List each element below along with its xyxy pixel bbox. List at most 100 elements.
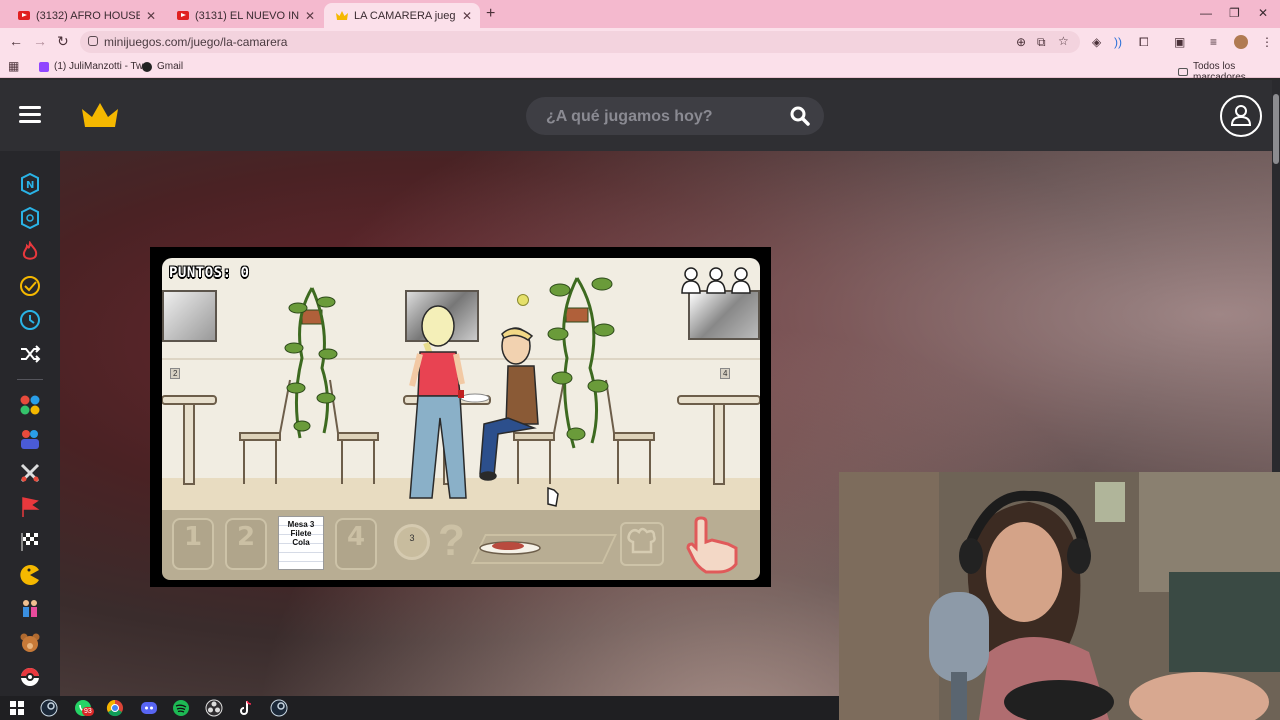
bookmark-label: Gmail — [157, 61, 184, 72]
forward-icon[interactable]: → — [33, 33, 47, 49]
teddy-bear-icon[interactable] — [19, 632, 41, 654]
steam-icon[interactable] — [40, 699, 58, 717]
restaurant-scene — [162, 277, 760, 507]
order-line-1: Filete — [290, 529, 312, 538]
windows-start-icon[interactable] — [8, 699, 26, 717]
casual-dots-icon[interactable] — [19, 394, 41, 416]
table-slot-1[interactable]: 1 — [172, 518, 214, 570]
twitch-icon — [39, 61, 49, 72]
kitchen-counter-button[interactable]: 3 — [394, 524, 430, 560]
tiktok-icon[interactable] — [237, 699, 255, 717]
windows-taskbar: 93 — [0, 696, 839, 720]
close-icon[interactable]: ✕ — [146, 9, 156, 23]
crown-icon — [336, 11, 348, 21]
tab-el-nuevo-integrante[interactable]: (3131) EL NUEVO INTEGRANTE ✕ — [165, 3, 323, 28]
side-navigation: N — [0, 151, 60, 696]
red-flag-icon[interactable] — [19, 496, 41, 518]
site-search[interactable]: ¿A qué jugamos hoy? — [526, 97, 824, 135]
counter-number: 3 — [409, 533, 415, 543]
tab-title: (3131) EL NUEVO INTEGRANTE — [195, 9, 299, 22]
shuffle-random-icon[interactable] — [19, 343, 41, 365]
order-ticket[interactable]: Mesa 3 Filete Cola — [278, 516, 324, 570]
slot-number: 1 — [183, 522, 203, 552]
youtube-icon — [18, 11, 30, 20]
bookmark-star-icon[interactable]: ☆ — [1058, 34, 1069, 48]
game-control-bar: 1 2 Mesa 3 Filete Cola 4 3 ? — [162, 510, 760, 580]
notification-badge: 93 — [82, 707, 94, 716]
address-bar[interactable]: minijuegos.com/juego/la-camarera ⊕ ⧉ ☆ — [80, 31, 1080, 53]
tab-title: (3132) AFRO HOUSE Sunset Mi — [36, 9, 140, 22]
reload-icon[interactable]: ↻ — [57, 33, 69, 50]
table-slot-4[interactable]: 4 — [335, 518, 377, 570]
address-url[interactable]: minijuegos.com/juego/la-camarera — [104, 35, 287, 49]
spotify-icon[interactable] — [172, 699, 190, 717]
menu-dots-icon[interactable]: ⋮ — [1261, 35, 1273, 49]
extensions-puzzle-icon[interactable]: ⧠ — [1139, 35, 1149, 50]
tab-afro-house[interactable]: (3132) AFRO HOUSE Sunset Mi ✕ — [6, 3, 164, 28]
webcam-overlay — [839, 472, 1280, 720]
browser-tab-bar: (3132) AFRO HOUSE Sunset Mi ✕ (3131) EL … — [0, 0, 1280, 28]
racing-flag-icon[interactable] — [19, 530, 41, 552]
slot-number: 4 — [346, 522, 366, 552]
obs-icon[interactable] — [205, 699, 223, 717]
reading-list-icon[interactable]: ≡ — [1210, 35, 1217, 49]
minimize-icon[interactable]: — — [1200, 6, 1212, 20]
avatar[interactable] — [1234, 35, 1248, 49]
mystery-slot[interactable]: ? — [438, 516, 465, 566]
streamer-camera-feed — [839, 472, 1280, 720]
tab-title: LA CAMARERA juego gratis — [354, 9, 456, 22]
table-slot-2[interactable]: 2 — [225, 518, 267, 570]
browser-toolbar: ← → ↻ minijuegos.com/juego/la-camarera ⊕… — [0, 28, 1280, 56]
close-icon[interactable]: ✕ — [462, 9, 472, 23]
bookmark-gmail[interactable]: Gmail — [142, 61, 183, 72]
nav-divider — [17, 379, 43, 380]
bookmark-label: (1) JuliManzotti - Tw... — [54, 61, 152, 72]
chef-hat-icon — [627, 527, 656, 554]
slot-number: 2 — [236, 522, 256, 552]
extension-audio-icon[interactable]: )) — [1114, 35, 1122, 49]
tab-la-camarera[interactable]: LA CAMARERA juego gratis ✕ — [324, 3, 480, 28]
search-icon[interactable] — [790, 106, 810, 126]
flame-popular-icon[interactable] — [19, 241, 41, 263]
crossed-swords-icon[interactable] — [19, 462, 41, 484]
svg-text:N: N — [26, 180, 34, 191]
gmail-icon — [142, 61, 152, 72]
folder-icon — [1178, 68, 1188, 76]
user-account-button[interactable] — [1220, 95, 1262, 137]
new-games-icon[interactable]: N — [19, 173, 41, 195]
site-info-icon[interactable] — [88, 36, 98, 46]
serve-hand-icon[interactable] — [682, 516, 742, 574]
two-player-icon[interactable] — [19, 428, 41, 450]
order-table: Mesa 3 — [287, 520, 315, 529]
apps-grid-icon[interactable]: ▦ — [8, 59, 19, 73]
menu-hamburger-icon[interactable] — [19, 106, 41, 124]
shield-icon[interactable]: ◈ — [1092, 35, 1101, 49]
discord-icon[interactable] — [140, 699, 158, 717]
bookmark-twitch[interactable]: (1) JuliManzotti - Tw... — [39, 61, 151, 72]
steak-plate-icon[interactable] — [478, 536, 544, 556]
chef-hat-button[interactable] — [620, 522, 664, 566]
user-icon — [1230, 105, 1252, 126]
game-canvas[interactable]: PUNTOS: 0 2 4 — [162, 258, 760, 510]
scrollbar-thumb[interactable] — [1273, 94, 1279, 164]
close-icon[interactable]: ✕ — [305, 9, 315, 23]
atom-icon[interactable] — [19, 207, 41, 229]
pacman-arcade-icon[interactable] — [19, 564, 41, 586]
pokeball-icon[interactable] — [19, 666, 41, 688]
new-tab-button[interactable]: + — [486, 5, 495, 23]
back-icon[interactable]: ← — [9, 33, 23, 49]
install-app-icon[interactable]: ⧉ — [1037, 35, 1046, 50]
clock-recent-icon[interactable] — [19, 309, 41, 331]
minijuegos-logo-crown-icon[interactable] — [82, 101, 118, 129]
restore-icon[interactable]: ❐ — [1229, 6, 1240, 20]
steam-icon[interactable] — [270, 699, 288, 717]
bookmarks-bar: ▦ (1) JuliManzotti - Tw... Gmail Todos l… — [0, 56, 1280, 83]
chrome-icon[interactable] — [106, 699, 124, 717]
kids-icon[interactable] — [19, 598, 41, 620]
zoom-icon[interactable]: ⊕ — [1016, 35, 1026, 49]
close-window-icon[interactable]: ✕ — [1258, 6, 1268, 20]
check-played-icon[interactable] — [19, 275, 41, 297]
search-input[interactable]: ¿A qué jugamos hoy? — [546, 108, 713, 126]
media-cast-icon[interactable]: ▣ — [1174, 35, 1185, 49]
order-line-2: Cola — [292, 538, 310, 547]
